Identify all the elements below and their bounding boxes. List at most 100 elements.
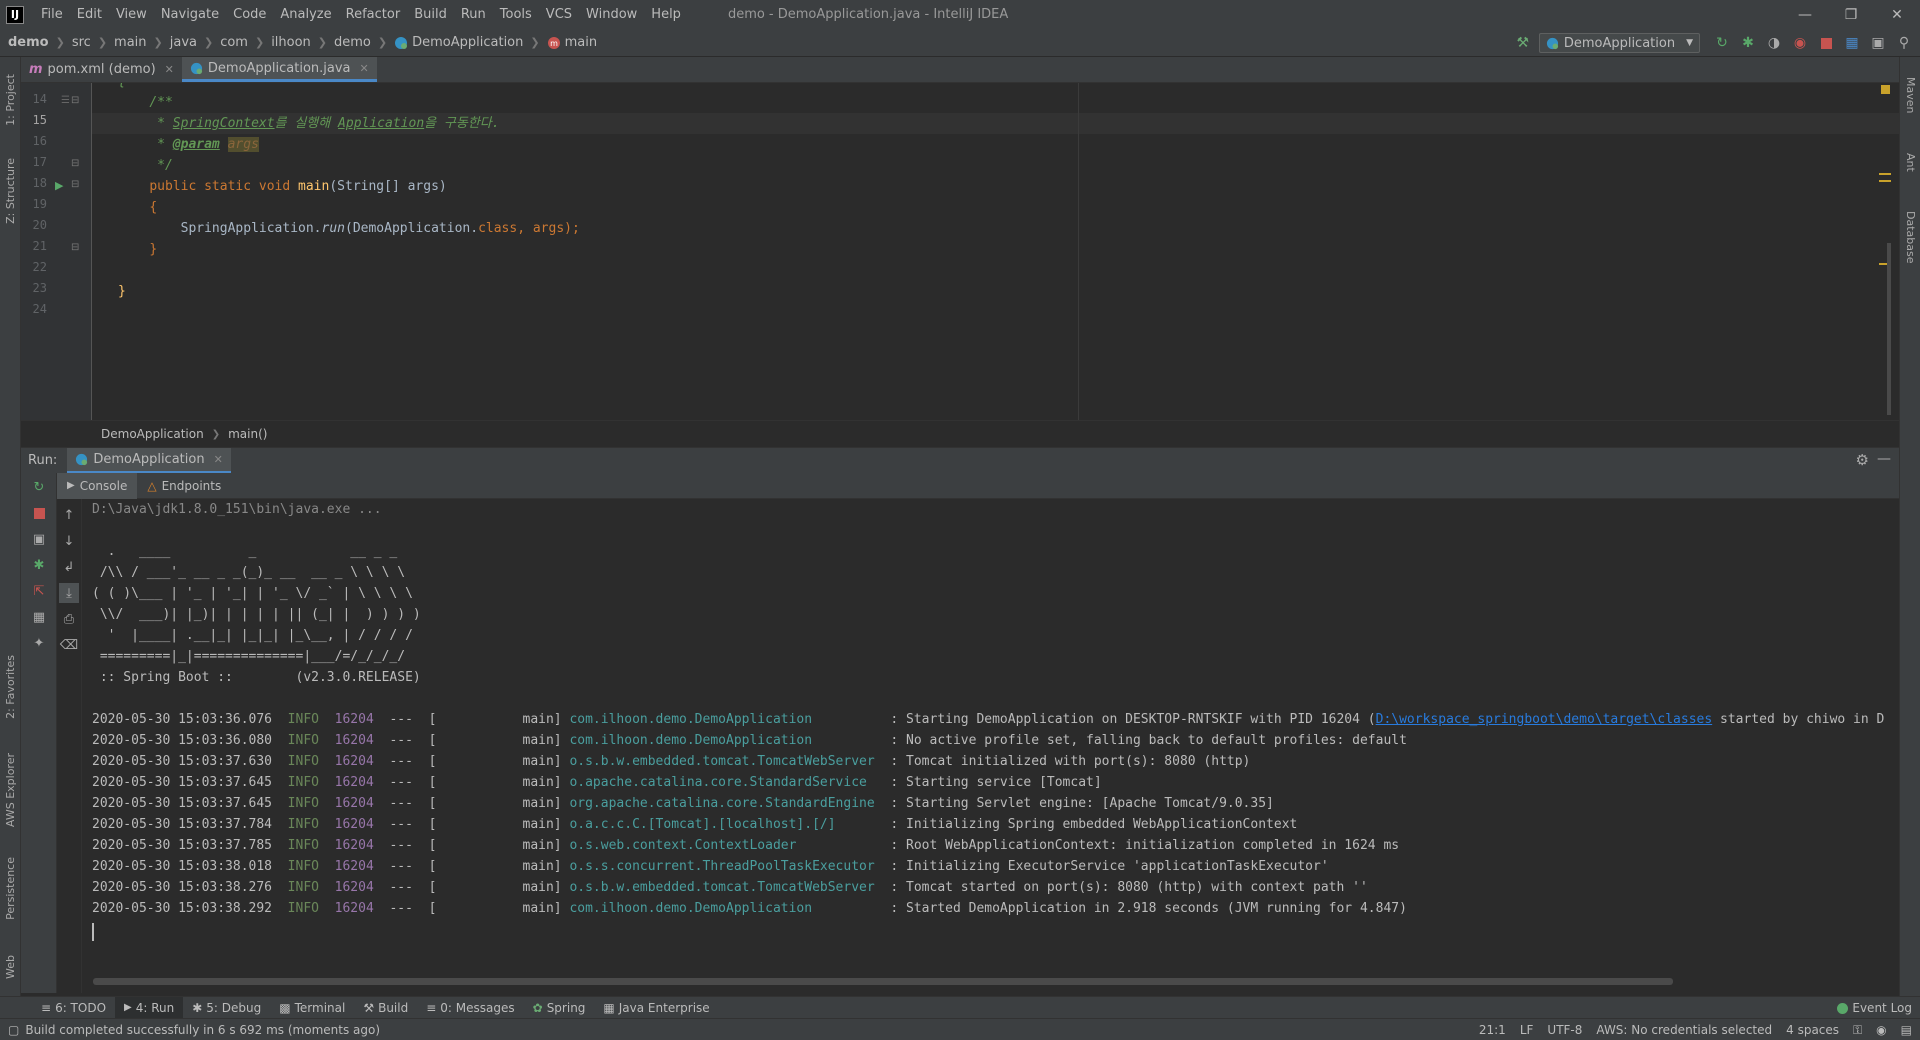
memory-icon[interactable]: ▤ — [1901, 1023, 1912, 1037]
pin-icon[interactable]: ✦ — [29, 633, 49, 653]
crumb-class[interactable]: DemoApplication — [101, 427, 204, 441]
profiler-icon[interactable]: ◉ — [1790, 33, 1810, 53]
print-icon[interactable]: ⎙ — [59, 609, 79, 629]
tool-tab-java-enterprise[interactable]: ▦ Java Enterprise — [594, 997, 718, 1019]
trash-icon[interactable]: ⌫ — [59, 635, 79, 655]
warning-marker[interactable] — [1879, 173, 1891, 175]
event-log-button[interactable]: Event Log — [1837, 997, 1912, 1019]
menu-navigate[interactable]: Navigate — [154, 0, 226, 29]
tool-tab-build[interactable]: ⚒ Build — [354, 997, 417, 1019]
tool-tab-maven[interactable]: Maven — [1900, 65, 1920, 125]
warning-marker[interactable] — [1879, 180, 1891, 182]
presentation-icon[interactable]: ▣ — [1868, 33, 1888, 53]
run-config-selector[interactable]: DemoApplication ▼ — [1538, 33, 1700, 53]
tool-tab-spring[interactable]: ✿ Spring — [524, 997, 595, 1019]
menu-window[interactable]: Window — [579, 0, 644, 29]
crumb-java[interactable]: java — [170, 35, 197, 50]
menu-run[interactable]: Run — [454, 0, 493, 29]
tool-tab-favorites[interactable]: 2: Favorites — [0, 642, 21, 732]
close-icon[interactable]: ✕ — [214, 453, 223, 466]
stop-icon[interactable] — [29, 503, 49, 523]
run-gutter-icon[interactable]: ▶ — [55, 179, 63, 192]
fold-icon[interactable]: ⊟ — [71, 158, 79, 169]
fold-icon[interactable]: ⊟ — [71, 95, 79, 106]
rerun-icon[interactable]: ↻ — [29, 477, 49, 497]
arrow-down-icon[interactable]: ↓ — [59, 531, 79, 551]
menu-build[interactable]: Build — [407, 0, 454, 29]
crumb-project[interactable]: demo — [8, 35, 49, 50]
crumb-method[interactable]: m main — [547, 35, 597, 50]
caret-position[interactable]: 21:1 — [1479, 1023, 1506, 1037]
debug-icon[interactable]: ✱ — [29, 555, 49, 575]
coverage-icon[interactable]: ◑ — [1764, 33, 1784, 53]
run-tab-demoapplication[interactable]: DemoApplication ✕ — [67, 447, 231, 474]
editor-tab-demoapplication[interactable]: DemoApplication.java ✕ — [181, 57, 377, 82]
crumb-com[interactable]: com — [220, 35, 248, 50]
crumb-main[interactable]: main — [114, 35, 146, 50]
crumb-src[interactable]: src — [72, 35, 91, 50]
restore-icon[interactable]: ❐ — [1828, 0, 1874, 29]
scroll-to-end-icon[interactable]: ⤓ — [59, 583, 79, 603]
rerun-icon[interactable]: ↻ — [1712, 33, 1732, 53]
editor-scrollbar[interactable] — [1887, 243, 1891, 415]
tab-endpoints[interactable]: △ Endpoints — [137, 473, 231, 499]
indent-setting[interactable]: 4 spaces — [1786, 1023, 1839, 1037]
tool-tab-aws-explorer[interactable]: AWS Explorer — [0, 740, 21, 840]
tool-tab-terminal[interactable]: ▩ Terminal — [270, 997, 354, 1019]
status-message[interactable]: Build completed successfully in 6 s 692 … — [25, 1023, 380, 1037]
tool-tab-structure[interactable]: Z: Structure — [0, 145, 21, 237]
aws-credentials[interactable]: AWS: No credentials selected — [1596, 1023, 1772, 1037]
minimize-panel-icon[interactable]: — — [1877, 451, 1891, 467]
file-encoding[interactable]: UTF-8 — [1547, 1023, 1582, 1037]
debug-icon[interactable]: ✱ — [1738, 33, 1758, 53]
crumb-demo[interactable]: demo — [334, 35, 371, 50]
menu-help[interactable]: Help — [644, 0, 688, 29]
crumb-class[interactable]: DemoApplication — [394, 35, 523, 50]
layout-icon[interactable]: ▦ — [29, 607, 49, 627]
close-icon[interactable]: ✕ — [360, 62, 369, 75]
tab-console[interactable]: ▶ Console — [57, 472, 138, 499]
gear-icon[interactable]: ⚙ — [1856, 451, 1869, 469]
close-icon[interactable]: ✕ — [165, 63, 174, 76]
menu-view[interactable]: View — [109, 0, 154, 29]
code-area[interactable]: { /** * SpringContext를 실행해 Application을 … — [92, 83, 1899, 420]
menu-code[interactable]: Code — [226, 0, 273, 29]
menu-file[interactable]: File — [34, 0, 70, 29]
crumb-ilhoon[interactable]: ilhoon — [271, 35, 311, 50]
status-panel-icon[interactable]: ▢ — [8, 1023, 19, 1037]
tool-tab-project[interactable]: 1: Project — [0, 65, 21, 135]
tool-tab-debug[interactable]: ✱ 5: Debug — [183, 997, 270, 1019]
project-structure-icon[interactable]: ▦ — [1842, 33, 1862, 53]
tool-tab-database[interactable]: Database — [1900, 197, 1920, 277]
camera-icon[interactable]: ▣ — [29, 529, 49, 549]
menu-edit[interactable]: Edit — [70, 0, 109, 29]
exit-icon[interactable]: ⇱ — [29, 581, 49, 601]
close-icon[interactable]: ✕ — [1874, 0, 1920, 29]
tool-tab-persistence[interactable]: Persistence — [0, 847, 21, 929]
tool-tab-ant[interactable]: Ant — [1900, 137, 1920, 187]
menu-refactor[interactable]: Refactor — [339, 0, 408, 29]
editor-tab-pom[interactable]: m pom.xml (demo) ✕ — [21, 57, 182, 82]
search-icon[interactable]: ⚲ — [1894, 33, 1914, 53]
soft-wrap-icon[interactable]: ↲ — [59, 557, 79, 577]
menu-vcs[interactable]: VCS — [539, 0, 579, 29]
code-editor[interactable]: 13 14 15 16 17 18 19 20 21 22 23 24 ☰ ⊟ … — [21, 83, 1899, 420]
tool-tab-run[interactable]: ▶ 4: Run — [115, 996, 184, 1019]
log-link[interactable]: D:\workspace_springboot\demo\target\clas… — [1376, 712, 1713, 727]
tool-tab-web[interactable]: Web — [0, 937, 21, 997]
stop-icon[interactable] — [1816, 33, 1836, 53]
menu-analyze[interactable]: Analyze — [273, 0, 338, 29]
menu-tools[interactable]: Tools — [493, 0, 539, 29]
line-separator[interactable]: LF — [1520, 1023, 1534, 1037]
arrow-up-icon[interactable]: ↑ — [59, 505, 79, 525]
fold-icon[interactable]: ⊟ — [71, 242, 79, 253]
tool-tab-messages[interactable]: ≡ 0: Messages — [417, 997, 523, 1019]
crumb-method[interactable]: main() — [228, 427, 267, 441]
horizontal-scrollbar[interactable] — [93, 978, 1673, 985]
lock-icon[interactable]: ⚿ — [1853, 1023, 1862, 1038]
fold-icon[interactable]: ⊟ — [71, 179, 79, 190]
build-hammer-icon[interactable]: ⚒ — [1513, 33, 1533, 53]
warning-icon[interactable] — [1881, 85, 1890, 94]
minimize-icon[interactable]: — — [1782, 0, 1828, 29]
error-stripe[interactable] — [1879, 83, 1891, 420]
